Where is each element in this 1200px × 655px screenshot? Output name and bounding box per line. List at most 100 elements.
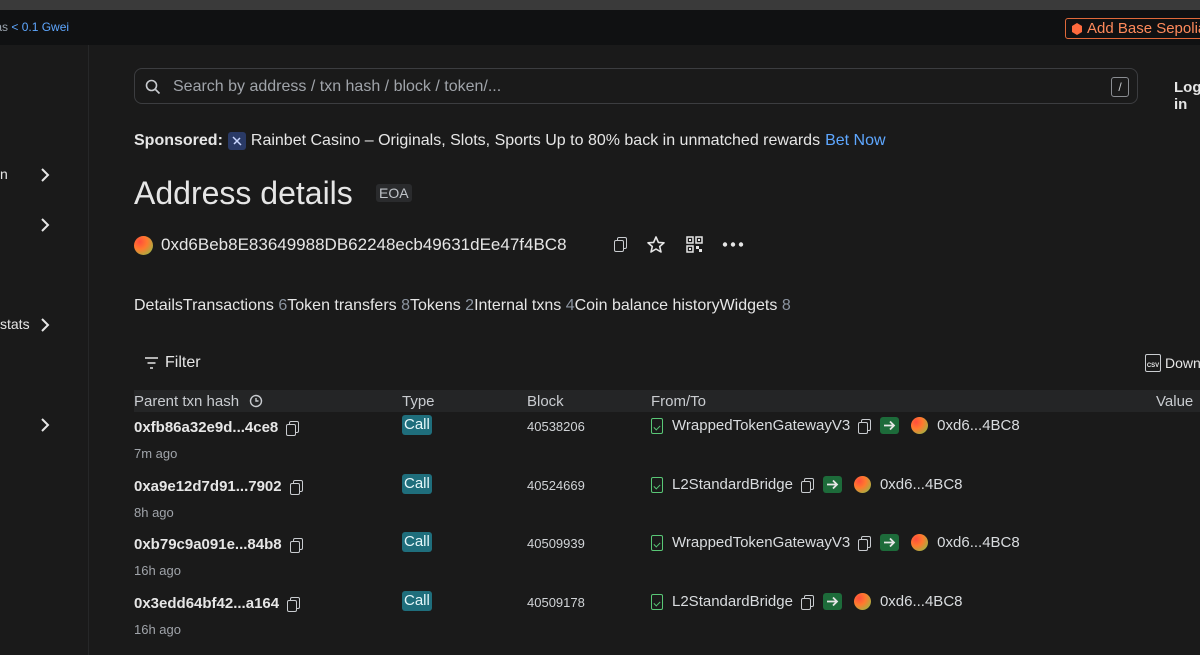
block-number[interactable]: 40509178 — [527, 595, 585, 610]
from-address[interactable]: L2StandardBridge — [672, 476, 793, 493]
tab-transactions[interactable]: Transactions 6 — [183, 297, 287, 314]
txn-hash-cell: 0x3edd64bf42...a164 — [134, 595, 301, 612]
account-type-badge: EOA — [376, 184, 412, 202]
gas-label: Gas — [0, 20, 9, 34]
address-avatar — [911, 417, 929, 434]
sponsor-logo-icon — [227, 132, 246, 150]
to-address[interactable]: 0xd6...4BC8 — [880, 593, 963, 610]
tab-count: 8 — [401, 297, 411, 314]
direction-arrow-icon — [822, 476, 842, 493]
txn-hash-link[interactable]: 0xfb86a32e9d...4ce8 — [134, 419, 278, 436]
copy-icon[interactable] — [800, 594, 814, 610]
copy-icon[interactable] — [286, 420, 300, 436]
search-bar: / — [134, 68, 1138, 104]
page-title: Address details — [134, 175, 353, 211]
table-row: 0xa9e12d7d91...7902 8h ago Call 40524669 L2S… — [0, 474, 1200, 536]
tab-count: 6 — [278, 297, 288, 314]
contract-icon — [651, 593, 663, 610]
more-options-icon[interactable] — [722, 242, 744, 247]
from-address[interactable]: WrappedTokenGatewayV3 — [672, 417, 850, 434]
csv-file-icon: CSV — [1145, 354, 1161, 372]
type-badge: Call — [402, 474, 432, 494]
tab-label: Token transfers — [287, 297, 397, 314]
block-number[interactable]: 40524669 — [527, 478, 585, 493]
to-address[interactable]: 0xd6...4BC8 — [937, 417, 1020, 434]
column-label: Parent txn hash — [134, 393, 240, 410]
copy-icon[interactable] — [287, 596, 301, 612]
from-address[interactable]: WrappedTokenGatewayV3 — [672, 534, 850, 551]
col-from-to: From/To — [651, 393, 707, 410]
filter-label: Filter — [165, 354, 201, 371]
download-csv-button[interactable]: CSV Download — [1145, 354, 1200, 372]
tab-count: 8 — [781, 297, 791, 314]
filter-button[interactable]: Filter — [144, 354, 201, 372]
filter-icon — [145, 357, 158, 369]
col-block: Block — [527, 393, 564, 410]
contract-icon — [651, 534, 663, 551]
tab-token-transfers[interactable]: Token transfers 8 — [287, 297, 410, 314]
sidebar-item-3[interactable]: stats — [0, 313, 88, 337]
search-input[interactable] — [171, 73, 1075, 101]
from-to-cell: WrappedTokenGatewayV3 0xd6...4BC8 — [651, 534, 1020, 551]
col-parent-txn-hash[interactable]: Parent txn hash — [134, 393, 263, 410]
qr-code-icon[interactable] — [686, 236, 703, 253]
gas-value: < 0.1 Gwei — [11, 20, 70, 34]
to-address[interactable]: 0xd6...4BC8 — [880, 476, 963, 493]
add-network-button[interactable]: Add Base Sepolia — [1065, 18, 1200, 39]
copy-icon[interactable] — [858, 535, 872, 551]
base-logo-icon — [1072, 22, 1082, 35]
tab-coin-balance-history[interactable]: Coin balance history — [575, 297, 720, 314]
address-avatar — [911, 534, 929, 551]
txn-hash-link[interactable]: 0xa9e12d7d91...7902 — [134, 478, 282, 495]
block-number[interactable]: 40509939 — [527, 536, 585, 551]
copy-icon[interactable] — [800, 477, 814, 493]
tab-count: 2 — [465, 297, 475, 314]
from-to-cell: L2StandardBridge 0xd6...4BC8 — [651, 593, 963, 610]
address-avatar — [853, 593, 871, 610]
txn-hash-link[interactable]: 0xb79c9a091e...84b8 — [134, 536, 282, 553]
col-value: Value — [1156, 393, 1194, 410]
clock-icon[interactable] — [249, 394, 263, 408]
copy-icon[interactable] — [614, 237, 627, 252]
txn-hash-cell: 0xfb86a32e9d...4ce8 — [134, 419, 300, 436]
top-strip — [0, 0, 1200, 10]
type-badge: Call — [402, 532, 432, 552]
address-avatar — [853, 476, 871, 493]
txn-hash-cell: 0xa9e12d7d91...7902 — [134, 478, 303, 495]
chevron-right-icon — [41, 168, 50, 182]
tab-label: Transactions — [182, 297, 274, 314]
tab-widgets[interactable]: Widgets 8 — [720, 297, 791, 314]
to-address[interactable]: 0xd6...4BC8 — [937, 534, 1020, 551]
block-number[interactable]: 40538206 — [527, 419, 585, 434]
copy-icon[interactable] — [289, 537, 303, 553]
from-to-cell: WrappedTokenGatewayV3 0xd6...4BC8 — [651, 417, 1020, 434]
from-to-cell: L2StandardBridge 0xd6...4BC8 — [651, 476, 963, 493]
table-row: 0xfb86a32e9d...4ce8 7m ago Call 40538206 Wra… — [0, 415, 1200, 477]
direction-arrow-icon — [880, 534, 900, 551]
sponsored-label: Sponsored: — [134, 132, 223, 149]
tab-internal-txns[interactable]: Internal txns 4 — [474, 297, 575, 314]
sponsored-banner: Sponsored: Rainbet Casino – Originals, S… — [134, 132, 886, 150]
type-badge: Call — [402, 591, 432, 611]
copy-icon[interactable] — [289, 479, 303, 495]
tab-tokens[interactable]: Tokens 2 — [410, 297, 474, 314]
contract-icon — [651, 476, 663, 493]
sidebar-item-1[interactable]: n — [0, 163, 88, 187]
search-shortcut-key: / — [1111, 77, 1129, 97]
txn-hash-link[interactable]: 0x3edd64bf42...a164 — [134, 595, 279, 612]
from-address[interactable]: L2StandardBridge — [672, 593, 793, 610]
copy-icon[interactable] — [858, 418, 872, 434]
sidebar-item-2[interactable] — [0, 213, 88, 237]
sponsored-link[interactable]: Bet Now — [825, 132, 885, 150]
tab-label: Tokens — [410, 297, 461, 314]
table-row: 0xb79c9a091e...84b8 16h ago Call 40509939 Wr… — [0, 532, 1200, 594]
txn-hash-cell: 0xb79c9a091e...84b8 — [134, 536, 303, 553]
tab-details[interactable]: Details — [134, 297, 183, 314]
star-icon[interactable] — [646, 235, 666, 255]
sidebar-item-label: n — [0, 166, 8, 182]
address-row: 0xd6Beb8E83649988DB62248ecb49631dEe47f4B… — [134, 234, 567, 256]
sidebar-item-label: stats — [0, 316, 30, 332]
txn-age: 16h ago — [134, 563, 181, 578]
login-button[interactable]: Log in — [1174, 79, 1200, 113]
chevron-right-icon — [41, 318, 50, 332]
